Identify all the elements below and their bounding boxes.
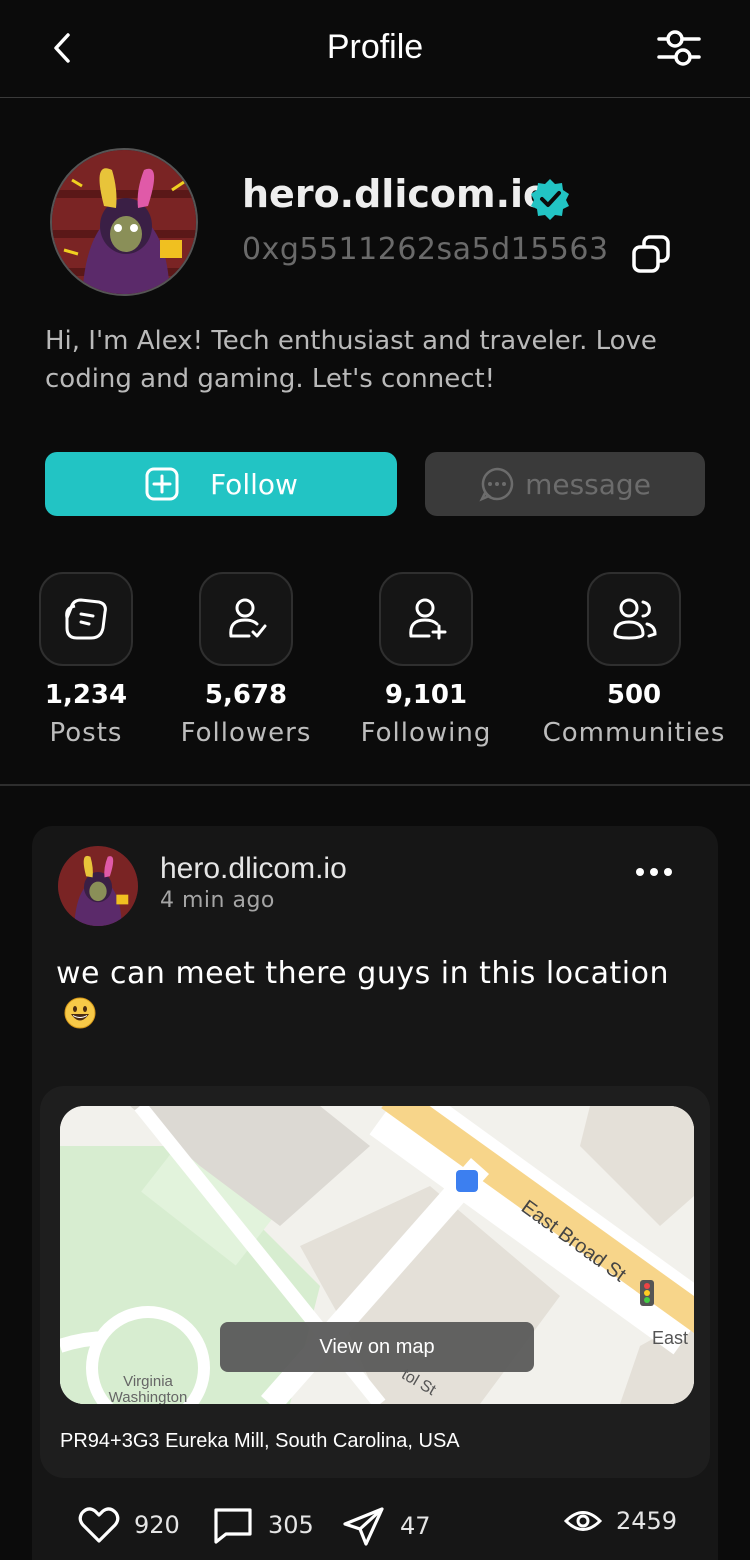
copy-address-button[interactable] bbox=[630, 234, 674, 274]
dot bbox=[636, 868, 644, 876]
stat-followers[interactable]: 5,678 Followers bbox=[176, 572, 316, 748]
stat-label: Communities bbox=[542, 718, 726, 748]
map-street-label-secondary: East bbox=[652, 1328, 689, 1348]
dot bbox=[650, 868, 658, 876]
comment-count: 305 bbox=[268, 1511, 314, 1539]
eye-icon bbox=[564, 1511, 602, 1531]
top-bar: Profile bbox=[0, 0, 750, 98]
stat-value: 500 bbox=[606, 680, 662, 710]
avatar-illustration bbox=[52, 150, 196, 294]
stat-posts[interactable]: 1,234 Posts bbox=[26, 572, 146, 748]
send-icon bbox=[343, 1507, 384, 1546]
map-park-label: Virginia Washington bbox=[108, 1373, 188, 1405]
smiley-emoji-icon bbox=[64, 997, 96, 1029]
stat-communities[interactable]: 500 Communities bbox=[540, 572, 728, 748]
share-count: 47 bbox=[400, 1512, 431, 1540]
dot bbox=[664, 868, 672, 876]
wallet-address: 0xg5511262sa5d15563 bbox=[242, 232, 609, 267]
stat-label: Following bbox=[360, 718, 492, 748]
post-text: we can meet there guys in this location bbox=[56, 956, 669, 991]
post-body: we can meet there guys in this location bbox=[56, 952, 696, 1040]
verified-badge-icon bbox=[531, 179, 569, 220]
views-counter: 2459 bbox=[564, 1506, 677, 1536]
post-author-name[interactable]: hero.dlicom.io bbox=[160, 852, 347, 886]
stat-following[interactable]: 9,101 Following bbox=[356, 572, 496, 748]
profile-avatar[interactable] bbox=[50, 148, 198, 296]
post-card: hero.dlicom.io 4 min ago we can meet the… bbox=[32, 826, 718, 1560]
view-on-map-button[interactable]: View on map bbox=[220, 1322, 534, 1372]
sliders-icon bbox=[657, 30, 701, 66]
like-button[interactable]: 920 bbox=[78, 1506, 180, 1544]
stat-label: Posts bbox=[49, 718, 123, 748]
settings-button[interactable] bbox=[654, 26, 704, 70]
copy-icon bbox=[632, 235, 670, 273]
comment-icon bbox=[214, 1508, 252, 1544]
communities-icon bbox=[613, 598, 657, 640]
comment-button[interactable]: 305 bbox=[212, 1506, 314, 1544]
share-button[interactable]: 47 bbox=[342, 1506, 431, 1546]
follow-label: Follow bbox=[210, 467, 298, 501]
post-author-avatar[interactable] bbox=[58, 846, 138, 926]
follow-button[interactable]: Follow bbox=[45, 452, 397, 516]
followers-icon bbox=[229, 598, 267, 638]
map-preview[interactable]: East Broad St East tol St Virginia Washi… bbox=[60, 1106, 694, 1404]
following-icon bbox=[409, 598, 447, 640]
plus-square-icon bbox=[145, 467, 179, 501]
heart-icon bbox=[78, 1507, 120, 1543]
avatar-illustration bbox=[58, 846, 138, 926]
username: hero.dlicom.io bbox=[242, 172, 550, 216]
location-card: East Broad St East tol St Virginia Washi… bbox=[40, 1086, 710, 1478]
stat-label: Followers bbox=[180, 718, 312, 748]
location-address: PR94+3G3 Eureka Mill, South Carolina, US… bbox=[60, 1430, 460, 1452]
profile-bio: Hi, I'm Alex! Tech enthusiast and travel… bbox=[45, 326, 657, 394]
posts-icon bbox=[65, 598, 107, 640]
section-divider bbox=[0, 784, 750, 786]
message-label: message bbox=[525, 467, 651, 501]
more-options-button[interactable] bbox=[636, 862, 678, 882]
message-button[interactable]: message bbox=[425, 452, 705, 516]
page-title: Profile bbox=[326, 28, 424, 66]
chat-bubble-icon bbox=[479, 467, 514, 502]
view-count: 2459 bbox=[616, 1507, 678, 1535]
stat-value: 1,234 bbox=[44, 680, 128, 710]
stat-value: 9,101 bbox=[384, 680, 468, 710]
post-timestamp: 4 min ago bbox=[160, 888, 275, 913]
stat-value: 5,678 bbox=[204, 680, 288, 710]
like-count: 920 bbox=[134, 1511, 180, 1539]
